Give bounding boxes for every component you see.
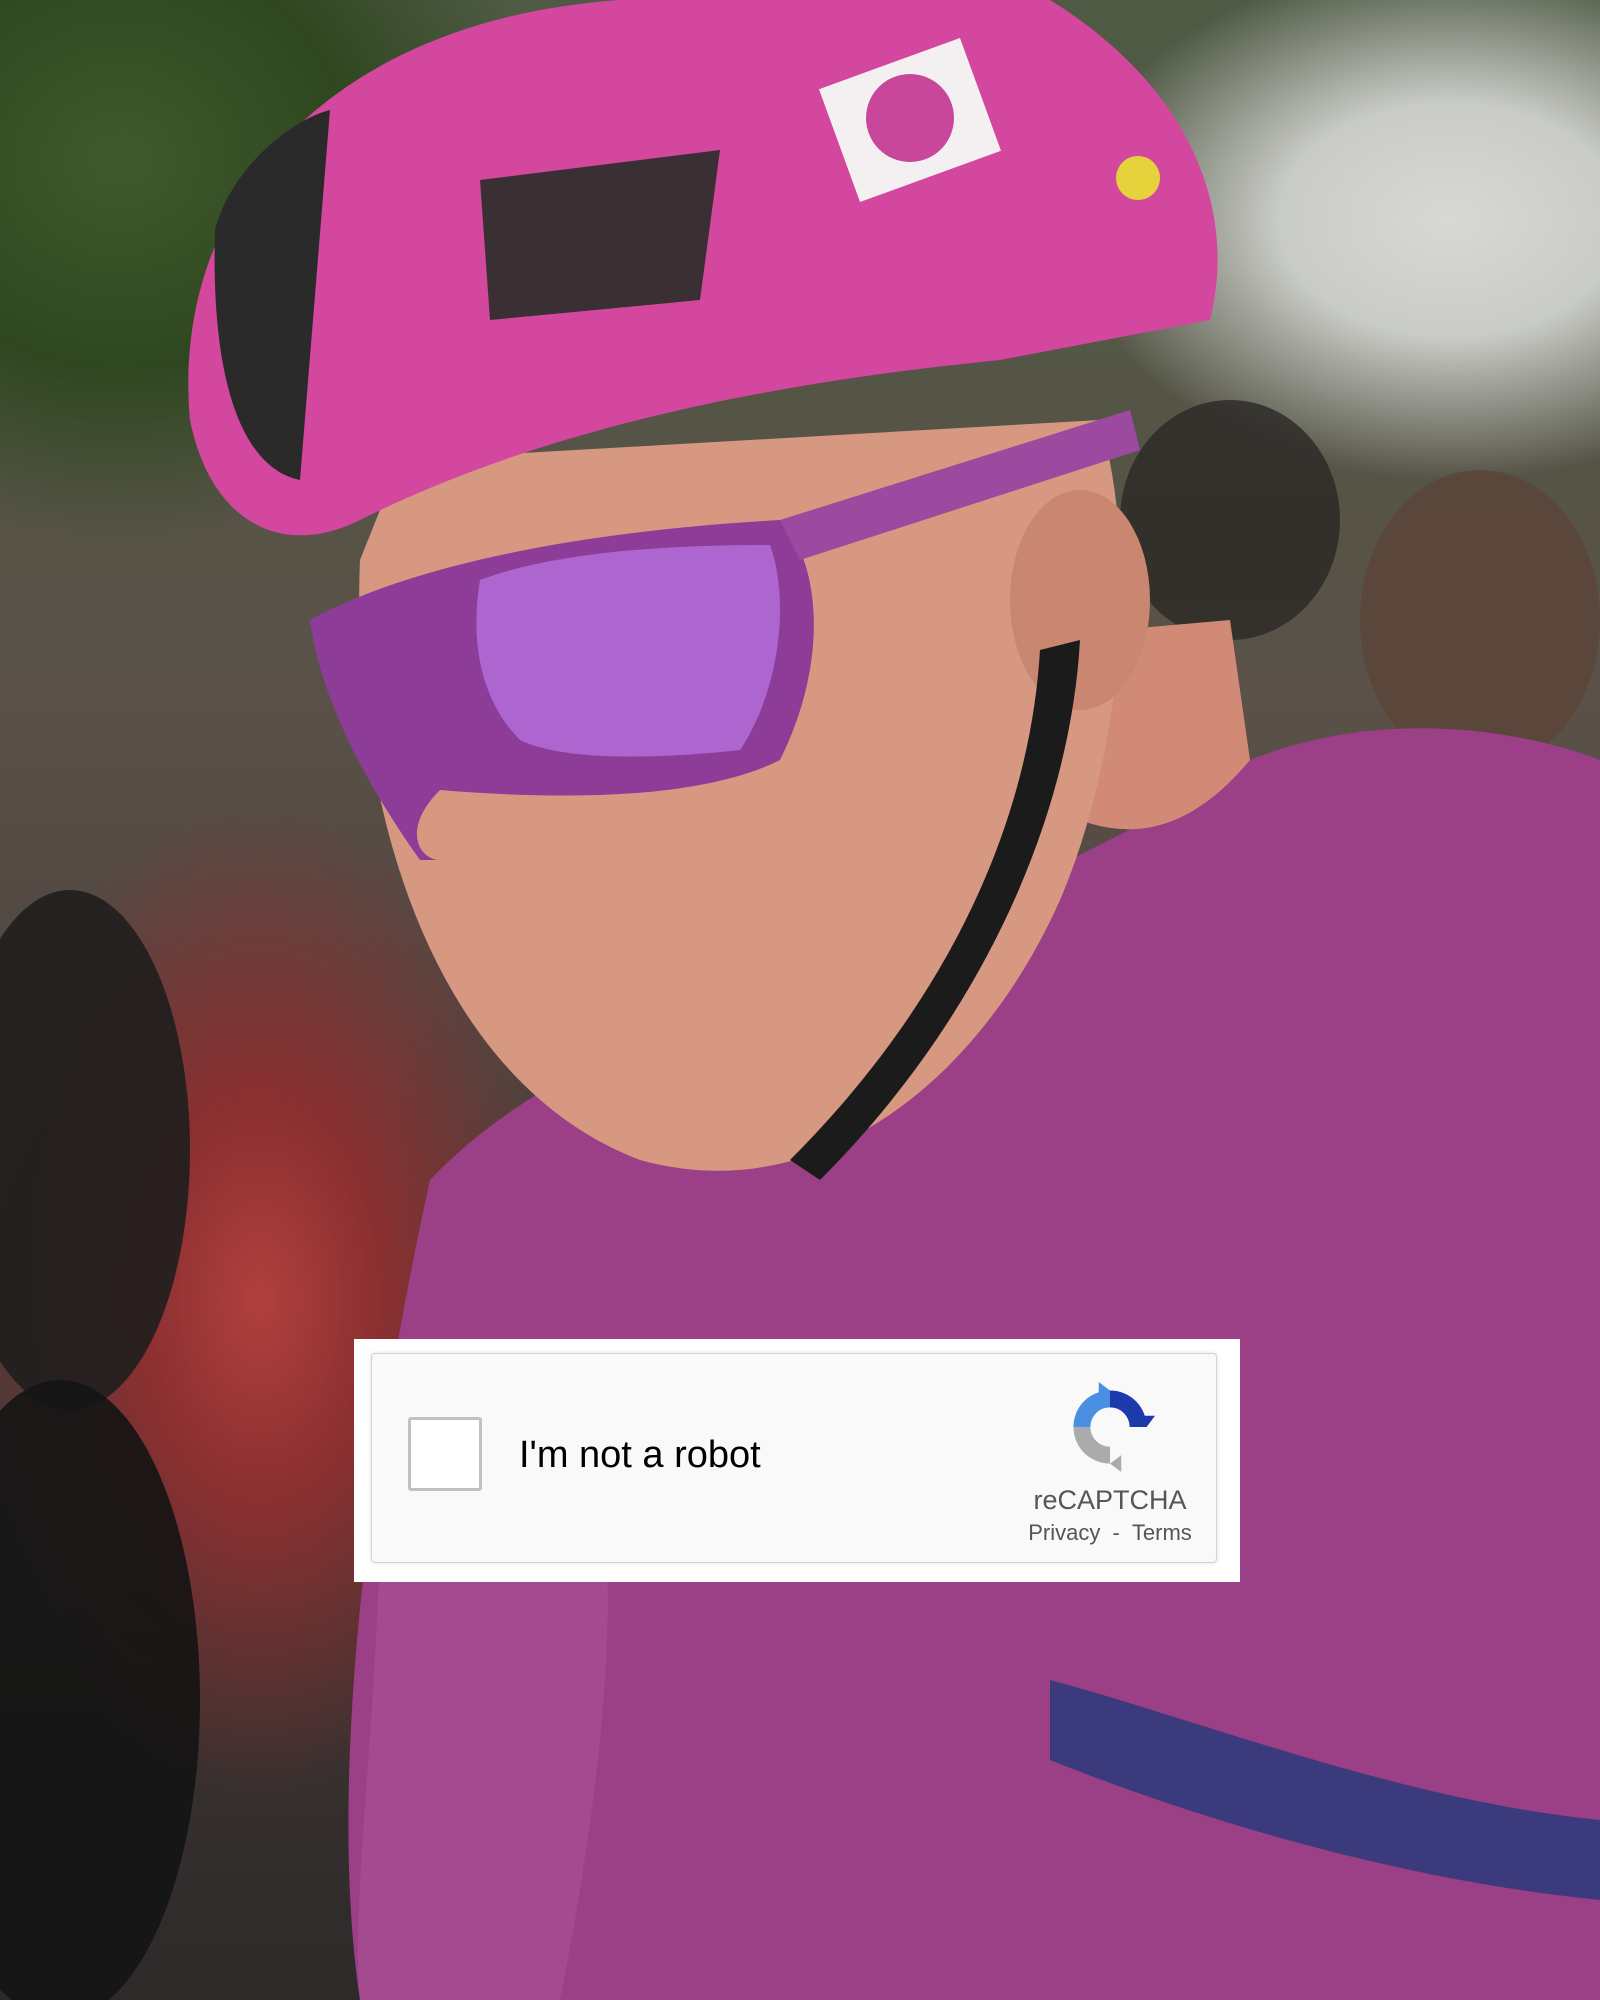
cyclist-illustration: [0, 0, 1600, 2000]
terms-link[interactable]: Terms: [1132, 1520, 1192, 1546]
not-a-robot-checkbox[interactable]: [408, 1417, 482, 1491]
recaptcha-widget: I'm not a robot reCAPTCHA Privacy - Term…: [354, 1339, 1240, 1582]
recaptcha-links: Privacy - Terms: [1002, 1520, 1218, 1546]
recaptcha-brand-label: reCAPTCHA: [1033, 1485, 1187, 1515]
recaptcha-logo-icon: [1073, 1382, 1155, 1472]
recaptcha-container: I'm not a robot reCAPTCHA Privacy - Term…: [371, 1353, 1217, 1563]
checkbox-label: I'm not a robot: [519, 1434, 761, 1476]
background-photo: [0, 0, 1600, 2000]
links-separator: -: [1112, 1520, 1120, 1545]
privacy-link[interactable]: Privacy: [1028, 1520, 1100, 1546]
